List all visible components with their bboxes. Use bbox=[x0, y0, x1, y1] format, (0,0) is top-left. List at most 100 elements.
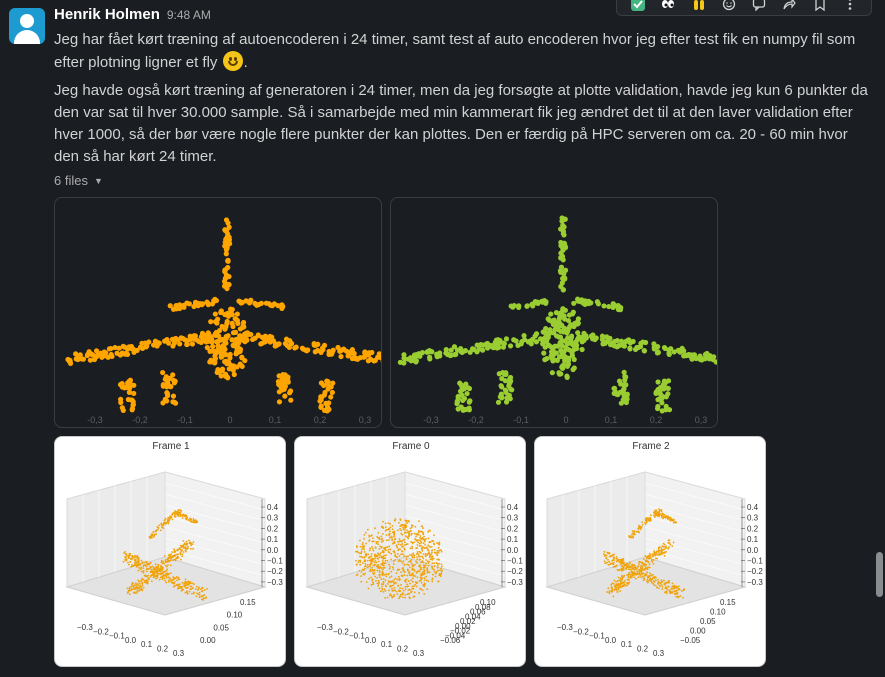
point bbox=[130, 401, 137, 408]
point bbox=[173, 302, 179, 309]
point bbox=[660, 547, 663, 549]
x-tick-label: -0,3 bbox=[423, 415, 439, 425]
point bbox=[380, 526, 383, 529]
point bbox=[360, 575, 362, 577]
point bbox=[189, 585, 192, 588]
point bbox=[422, 557, 425, 560]
point bbox=[250, 336, 256, 343]
point bbox=[608, 560, 611, 563]
point bbox=[208, 319, 214, 325]
point bbox=[412, 554, 415, 556]
point bbox=[657, 547, 660, 550]
point bbox=[131, 349, 137, 355]
point bbox=[674, 589, 677, 592]
point bbox=[187, 583, 190, 586]
point bbox=[416, 551, 419, 553]
point bbox=[187, 519, 190, 521]
file-attachment-green-airplane[interactable]: -0,3 -0,2 -0,1 0 0,1 0,2 0,3 bbox=[390, 197, 718, 428]
point bbox=[399, 587, 401, 589]
file-attachment-frame-2[interactable]: Frame 2 0.4 0.3 0.2 0.1 0.0 −0.1 −0.2 −0.3 0.15 0.… bbox=[534, 436, 766, 667]
point bbox=[643, 569, 646, 571]
frame-0-3d-plot: Frame 00.40.30.20.10.0−0.1−0.2−0.30.100.… bbox=[305, 441, 523, 658]
point bbox=[377, 563, 380, 566]
point bbox=[641, 562, 643, 565]
point bbox=[349, 355, 355, 362]
files-toggle[interactable]: 6 files ▼ bbox=[54, 173, 103, 188]
point bbox=[666, 347, 672, 353]
raised-hands-reaction-button[interactable] bbox=[690, 0, 708, 11]
point bbox=[179, 544, 182, 547]
point bbox=[125, 559, 128, 562]
point bbox=[623, 399, 630, 406]
point bbox=[172, 578, 174, 581]
point bbox=[145, 570, 148, 573]
point bbox=[362, 569, 365, 572]
point bbox=[365, 581, 368, 583]
reply-in-thread-button[interactable] bbox=[750, 0, 768, 11]
more-actions-button[interactable] bbox=[841, 0, 859, 11]
x-tick-label: 0.1 bbox=[381, 640, 393, 649]
point bbox=[151, 565, 154, 568]
file-attachment-frame-1[interactable]: Frame 1 0.4 0.3 0.2 0.1 0.0 −0.1 −0.2 −0.3 0.15 0.… bbox=[54, 436, 286, 667]
point bbox=[645, 574, 648, 576]
point bbox=[399, 548, 401, 551]
frame-title: Frame 2 bbox=[632, 441, 670, 452]
point bbox=[322, 389, 328, 396]
point bbox=[108, 351, 114, 358]
point bbox=[405, 526, 408, 528]
point bbox=[654, 584, 657, 587]
point bbox=[380, 563, 383, 565]
point bbox=[385, 539, 388, 542]
point bbox=[370, 576, 373, 579]
point bbox=[388, 581, 391, 584]
point bbox=[392, 568, 395, 571]
point bbox=[436, 566, 439, 569]
file-attachment-frame-0[interactable]: Frame 0 0.4 0.3 0.2 0.1 0.0 −0.1 −0.2 −0.3 0.10 0.… bbox=[294, 436, 526, 667]
avatar[interactable] bbox=[9, 8, 45, 44]
point bbox=[396, 569, 399, 572]
check-mark-reaction-button[interactable] bbox=[629, 0, 647, 11]
point bbox=[392, 560, 395, 562]
share-message-button[interactable] bbox=[780, 0, 798, 11]
point bbox=[212, 311, 218, 317]
scrollbar-thumb[interactable] bbox=[876, 552, 883, 597]
point bbox=[403, 563, 406, 566]
eyes-reaction-button[interactable] bbox=[659, 0, 677, 11]
point bbox=[554, 357, 560, 363]
point bbox=[659, 394, 665, 400]
point bbox=[241, 338, 247, 344]
point bbox=[383, 588, 386, 591]
file-attachment-orange-airplane[interactable]: -0,3 -0,2 -0,1 0 0,1 0,2 0,3 bbox=[54, 197, 382, 428]
point bbox=[371, 560, 374, 563]
point bbox=[675, 595, 677, 598]
point bbox=[136, 561, 139, 564]
point bbox=[229, 320, 235, 326]
point bbox=[653, 516, 656, 519]
point bbox=[187, 580, 190, 583]
point bbox=[634, 577, 637, 580]
point bbox=[615, 580, 617, 583]
point bbox=[530, 301, 536, 308]
point bbox=[144, 579, 146, 582]
point bbox=[188, 582, 190, 584]
point bbox=[399, 578, 401, 581]
point bbox=[566, 312, 573, 318]
point bbox=[406, 563, 408, 566]
point bbox=[549, 370, 555, 376]
point bbox=[153, 572, 156, 574]
point bbox=[321, 342, 328, 349]
point bbox=[423, 577, 426, 580]
point bbox=[177, 341, 183, 347]
message-timestamp[interactable]: 9:48 AM bbox=[167, 8, 211, 22]
point bbox=[663, 583, 666, 586]
point bbox=[628, 535, 630, 537]
point bbox=[666, 581, 669, 584]
sender-name[interactable]: Henrik Holmen bbox=[54, 6, 160, 23]
point bbox=[401, 543, 404, 545]
point bbox=[413, 541, 416, 544]
save-message-button[interactable] bbox=[811, 0, 829, 11]
bookmark-icon bbox=[814, 0, 825, 11]
point bbox=[627, 579, 630, 581]
add-reaction-button[interactable] bbox=[720, 0, 738, 11]
z-tick-label: −0.3 bbox=[267, 578, 283, 587]
